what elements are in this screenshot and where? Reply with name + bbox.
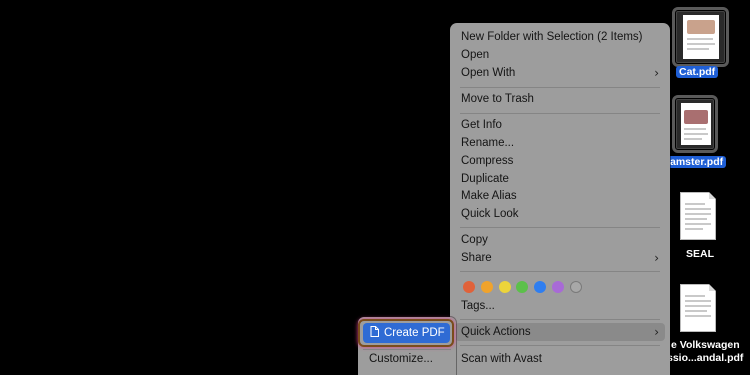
tag-color-dot[interactable] (480, 281, 493, 293)
tag-color-dot[interactable] (463, 281, 475, 293)
menu-separator (460, 271, 660, 272)
menu-item-label: Rename... (461, 137, 515, 149)
menu-separator (460, 345, 660, 346)
menu-item-label: Open (461, 49, 490, 61)
menu-item-label: Open With (461, 67, 516, 79)
tag-color-dot[interactable] (498, 281, 511, 293)
menu-item-duplicate[interactable]: Duplicate (455, 170, 665, 188)
seal-document-thumbnail[interactable] (680, 192, 716, 240)
menu-item-compress[interactable]: Compress (455, 152, 665, 170)
chevron-right-icon: › (654, 251, 659, 265)
menu-item-open[interactable]: Open (455, 46, 665, 64)
submenu-separator (363, 349, 451, 350)
customize-menu-item[interactable]: Customize... (369, 353, 433, 365)
document-icon (370, 326, 379, 340)
menu-item-label: Get Info (461, 119, 502, 131)
menu-item-label: Quick Look (461, 208, 519, 220)
menu-item-label: Compress (461, 155, 514, 167)
chevron-right-icon: › (654, 66, 659, 80)
menu-item-move-to-trash[interactable]: Move to Trash (455, 90, 665, 108)
menu-item-label: Make Alias (461, 190, 517, 202)
menu-item-get-info[interactable]: Get Info (455, 116, 665, 134)
menu-item-make-alias[interactable]: Make Alias (455, 187, 665, 205)
menu-item-quick-look[interactable]: Quick Look (455, 205, 665, 223)
menu-item-tags[interactable]: Tags... (455, 297, 665, 315)
cat-pdf-thumbnail[interactable] (672, 7, 729, 67)
tag-colors-row (463, 281, 582, 293)
create-pdf-button[interactable]: Create PDF (363, 323, 450, 343)
hamster-pdf-thumbnail[interactable] (672, 95, 718, 153)
volkswagen-label-line1[interactable]: e Volkswagen (671, 339, 740, 351)
tag-color-dot[interactable] (569, 281, 582, 293)
menu-item-label: Duplicate (461, 173, 509, 185)
menu-separator (460, 113, 660, 114)
menu-item-open-with[interactable]: Open With › (455, 64, 665, 82)
chevron-right-icon: › (654, 325, 659, 339)
menu-item-label: New Folder with Selection (2 Items) (461, 31, 643, 43)
menu-separator (460, 87, 660, 88)
menu-item-label: Share (461, 252, 492, 264)
tag-color-dot[interactable] (516, 281, 529, 293)
menu-item-share[interactable]: Share › (455, 249, 665, 267)
menu-item-label: Move to Trash (461, 93, 534, 105)
menu-item-label: Tags... (461, 300, 495, 312)
tag-color-dot[interactable] (534, 281, 547, 293)
hamster-pdf-label[interactable]: amster.pdf (667, 156, 727, 168)
menu-item-label: Quick Actions (461, 326, 531, 338)
volkswagen-label-line2[interactable]: ssio...andal.pdf (667, 352, 743, 364)
cat-pdf-label[interactable]: Cat.pdf (676, 66, 719, 78)
volkswagen-pdf-thumbnail[interactable] (680, 284, 716, 332)
seal-label[interactable]: SEAL (686, 248, 714, 260)
menu-item-rename[interactable]: Rename... (455, 134, 665, 152)
menu-item-copy[interactable]: Copy (455, 231, 665, 249)
menu-item-label: Scan with Avast (461, 353, 542, 365)
tag-color-dot[interactable] (551, 281, 564, 293)
menu-separator (460, 319, 660, 320)
menu-separator (460, 227, 660, 228)
menu-item-label: Copy (461, 234, 488, 246)
menu-item-scan-with-avast[interactable]: Scan with Avast (455, 350, 665, 368)
menu-item-new-folder-with-selection[interactable]: New Folder with Selection (2 Items) (455, 28, 665, 46)
menu-item-quick-actions[interactable]: Quick Actions › (455, 323, 665, 341)
context-menu: New Folder with Selection (2 Items) Open… (450, 23, 670, 375)
create-pdf-label: Create PDF (384, 327, 445, 339)
